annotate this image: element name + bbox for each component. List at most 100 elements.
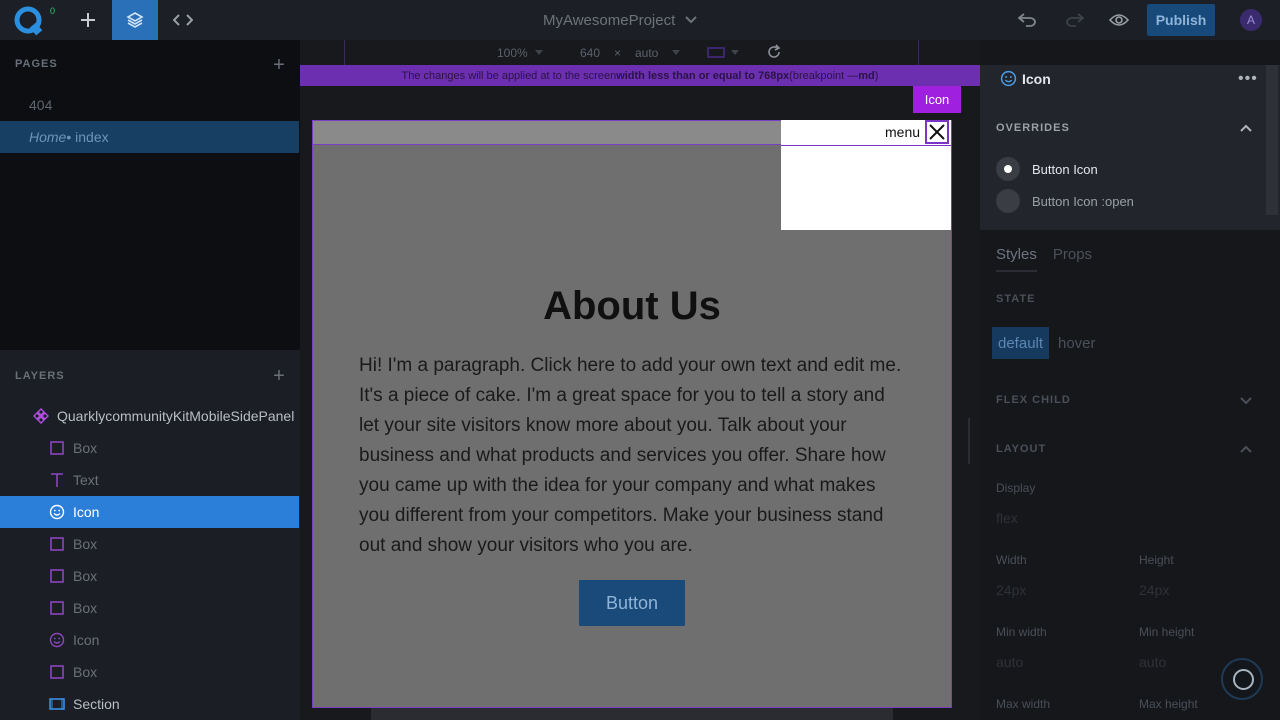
help-chat-button[interactable] xyxy=(1221,658,1263,700)
height-label: Height xyxy=(1139,553,1174,567)
undo-button[interactable] xyxy=(1004,0,1050,40)
canvas-toolbar: 100% 640 × auto xyxy=(300,40,980,66)
layer-label: Box xyxy=(73,440,98,456)
add-button[interactable] xyxy=(65,0,111,40)
layer-row-root[interactable]: QuarklycommunityKitMobileSidePanel xyxy=(0,400,299,432)
override-button-icon[interactable]: Button Icon xyxy=(996,157,1098,181)
tab-props[interactable]: Props xyxy=(1053,246,1092,272)
page-label: Home xyxy=(29,129,67,145)
close-icon xyxy=(929,124,945,140)
redo-button[interactable] xyxy=(1052,0,1098,40)
layer-label: Box xyxy=(73,600,98,616)
chevron-up-icon[interactable] xyxy=(1240,124,1252,132)
layer-label: Box xyxy=(73,568,98,584)
project-selector[interactable]: MyAwesomeProject xyxy=(543,0,697,40)
page-item-404[interactable]: 404 xyxy=(0,89,299,121)
device-icon[interactable] xyxy=(707,47,725,58)
panel-resize-handle[interactable] xyxy=(968,418,970,464)
more-options-button[interactable]: ••• xyxy=(1238,70,1258,88)
overrides-scrollbar[interactable] xyxy=(1266,65,1278,215)
layout-title[interactable]: LAYOUT xyxy=(996,443,1046,455)
times-sign: × xyxy=(614,46,622,60)
height-input[interactable]: 24px xyxy=(1139,582,1169,598)
panel-divider xyxy=(781,145,951,146)
menu-label[interactable]: menu xyxy=(885,124,920,140)
about-title[interactable]: About Us xyxy=(313,284,951,329)
override-button-icon-open[interactable]: Button Icon :open xyxy=(996,189,1134,213)
box-icon xyxy=(50,569,64,583)
width-input[interactable]: 24px xyxy=(996,582,1026,598)
layer-row[interactable]: Icon xyxy=(0,496,299,528)
breakpoint-mid: (breakpoint — xyxy=(789,69,859,82)
min-height-label: Min height xyxy=(1139,625,1195,639)
radio-unselected[interactable] xyxy=(996,189,1020,213)
layers-button[interactable] xyxy=(112,0,158,40)
layer-row[interactable]: Box xyxy=(0,528,299,560)
layer-label: Icon xyxy=(73,504,100,520)
width-input[interactable]: 640 xyxy=(580,46,600,60)
box-icon xyxy=(50,537,64,551)
state-title: STATE xyxy=(996,293,1036,305)
refresh-icon[interactable] xyxy=(766,44,782,60)
override-label: Button Icon :open xyxy=(1032,193,1134,209)
radio-selected[interactable] xyxy=(996,157,1020,181)
selected-component-title: Icon xyxy=(1022,71,1051,87)
layers-icon xyxy=(126,12,144,28)
max-width-label: Max width xyxy=(996,697,1051,711)
breakpoint-end: ) xyxy=(874,69,879,82)
smiley-icon xyxy=(49,632,65,648)
breakpoint-name: md xyxy=(858,69,875,82)
layer-row[interactable]: Icon xyxy=(0,624,299,656)
layers-title: LAYERS xyxy=(15,370,65,382)
min-height-input[interactable]: auto xyxy=(1139,654,1166,670)
chevron-down-icon xyxy=(731,50,739,55)
box-icon xyxy=(50,601,64,615)
breakpoint-rule: width less than or equal to 768px xyxy=(616,69,790,82)
about-button[interactable]: Button xyxy=(579,580,685,626)
publish-button[interactable]: Publish xyxy=(1147,4,1215,36)
code-button[interactable] xyxy=(160,0,206,40)
close-button[interactable] xyxy=(925,120,949,144)
undo-icon xyxy=(1018,13,1036,27)
layer-row[interactable]: Box xyxy=(0,592,299,624)
layer-row[interactable]: Section xyxy=(0,688,299,720)
layers-panel: LAYERS + QuarklycommunityKitMobileSidePa… xyxy=(0,350,300,720)
chevron-up-icon[interactable] xyxy=(1240,445,1252,453)
code-icon xyxy=(173,14,193,26)
min-width-input[interactable]: auto xyxy=(996,654,1023,670)
layer-row[interactable]: Text xyxy=(0,464,299,496)
selected-element-tag: Icon xyxy=(913,86,961,113)
page-suffix: • index xyxy=(66,129,109,145)
layer-label: QuarklycommunityKitMobileSidePanel xyxy=(57,408,295,424)
quarkly-logo-icon[interactable]: 0 xyxy=(12,4,55,36)
page-item-home[interactable]: Home • index xyxy=(0,121,299,153)
layer-label: Icon xyxy=(73,632,100,648)
state-hover[interactable]: hover xyxy=(1052,327,1102,359)
layer-row[interactable]: Box xyxy=(0,560,299,592)
layer-row[interactable]: Box xyxy=(0,432,299,464)
redo-icon xyxy=(1066,13,1084,27)
chevron-down-icon xyxy=(672,50,680,55)
smiley-icon xyxy=(1000,70,1017,87)
breakpoint-banner: The changes will be applied at to the sc… xyxy=(300,65,980,86)
override-label: Button Icon xyxy=(1032,161,1098,177)
top-bar: 0 MyAwesomeProject Publish A xyxy=(0,0,1280,40)
flex-child-title[interactable]: FLEX CHILD xyxy=(996,394,1071,406)
layer-label: Box xyxy=(73,536,98,552)
state-default[interactable]: default xyxy=(992,327,1050,359)
tab-styles[interactable]: Styles xyxy=(996,246,1037,272)
add-layer-button[interactable]: + xyxy=(270,366,288,386)
display-input[interactable]: flex xyxy=(996,510,1018,526)
project-name: MyAwesomeProject xyxy=(543,11,676,29)
avatar[interactable]: A xyxy=(1240,9,1262,31)
about-paragraph[interactable]: Hi! I'm a paragraph. Click here to add y… xyxy=(359,351,907,561)
chevron-down-icon[interactable] xyxy=(1240,397,1252,405)
add-page-button[interactable]: + xyxy=(270,55,288,75)
max-height-label: Max height xyxy=(1139,697,1198,711)
box-icon xyxy=(50,665,64,679)
height-input[interactable]: auto xyxy=(635,46,658,60)
preview-button[interactable] xyxy=(1096,0,1142,40)
below-frame xyxy=(371,708,893,720)
zoom-select[interactable]: 100% xyxy=(497,46,528,60)
layer-row[interactable]: Box xyxy=(0,656,299,688)
